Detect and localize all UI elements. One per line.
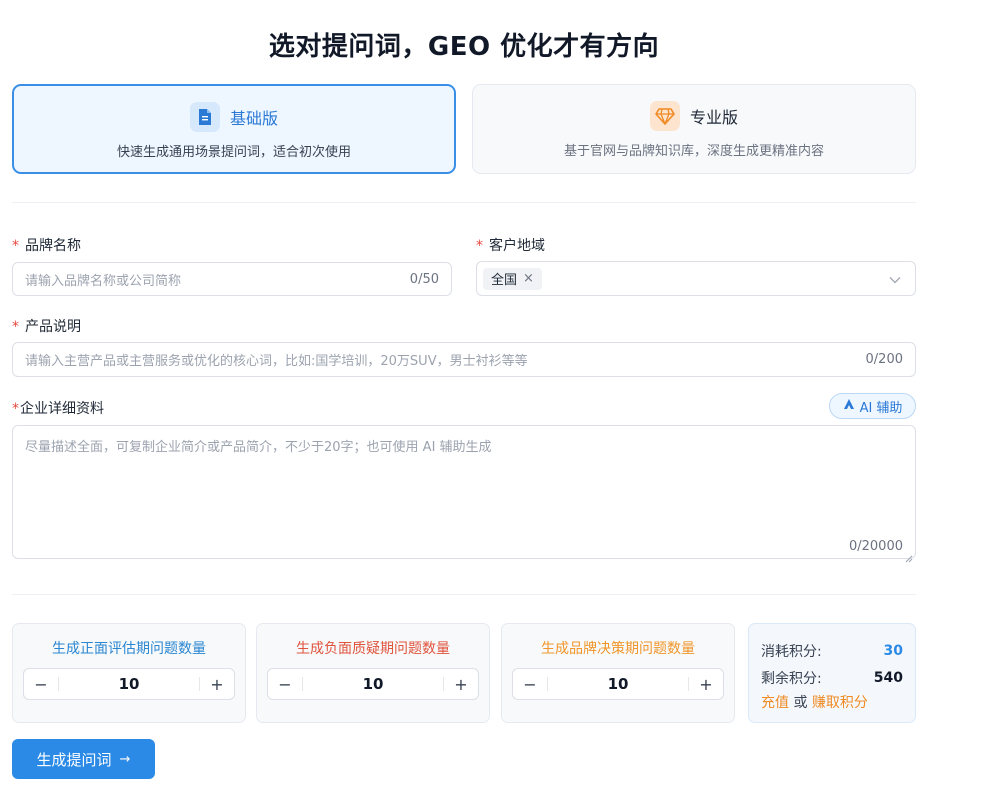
diamond-icon <box>649 101 680 131</box>
stepper-value[interactable]: 10 <box>548 675 688 693</box>
remain-value: 540 <box>873 669 903 686</box>
brand-name-placeholder: 请输入品牌名称或公司简称 <box>25 273 182 289</box>
company-label: *企业详细资料 <box>12 398 104 418</box>
version-card-basic[interactable]: 基础版 快速生成通用场景提问词，适合初次使用 <box>12 84 456 174</box>
brand-label-text: 品牌名称 <box>25 238 81 254</box>
generate-button-label: 生成提问词 <box>36 750 112 769</box>
version-card-pro[interactable]: 专业版 基于官网与品牌知识库，深度生成更精准内容 <box>472 84 916 174</box>
region-tag-label: 全国 <box>491 273 518 288</box>
remain-label: 剩余积分: <box>761 670 822 687</box>
cost-row: 消耗积分: 30 <box>761 637 903 664</box>
negative-question-title: 生成负面质疑期问题数量 <box>296 641 450 657</box>
product-label-text: 产品说明 <box>25 319 81 335</box>
ai-icon <box>843 398 855 414</box>
stepper-value[interactable]: 10 <box>303 675 443 693</box>
required-mark: * <box>12 238 19 254</box>
ai-assist-button[interactable]: AI 辅助 <box>829 393 916 419</box>
required-mark: * <box>12 319 19 335</box>
ai-assist-label: AI 辅助 <box>859 400 903 416</box>
points-card: 消耗积分: 30 剩余积分: 540 充值 或 赚取积分 <box>748 623 916 723</box>
region-select[interactable]: 全国 × <box>476 261 916 296</box>
points-links: 充值 或 赚取积分 <box>761 692 903 712</box>
negative-question-stepper: − 10 + <box>267 668 479 700</box>
decrement-button[interactable]: − <box>268 669 302 699</box>
earn-points-link[interactable]: 赚取积分 <box>812 695 868 711</box>
version-desc: 快速生成通用场景提问词，适合初次使用 <box>116 145 351 160</box>
product-description-input[interactable]: 请输入主营产品或主营服务或优化的核心词，比如:国学培训，20万SUV，男士衬衫等… <box>12 342 916 377</box>
version-name: 基础版 <box>229 109 278 128</box>
decision-question-title: 生成品牌决策期问题数量 <box>541 641 695 657</box>
increment-button[interactable]: + <box>689 669 723 699</box>
divider <box>12 202 916 203</box>
or-text: 或 <box>793 695 808 711</box>
arrow-right-icon: → <box>119 751 131 767</box>
stepper-value[interactable]: 10 <box>59 675 199 693</box>
remain-row: 剩余积分: 540 <box>761 664 903 691</box>
generate-button[interactable]: 生成提问词 → <box>12 739 155 779</box>
positive-question-stepper: − 10 + <box>23 668 235 700</box>
version-desc: 基于官网与品牌知识库，深度生成更精准内容 <box>563 144 824 159</box>
decrement-button[interactable]: − <box>513 669 547 699</box>
product-label: * 产品说明 <box>12 316 81 336</box>
company-counter: 0/20000 <box>848 539 903 554</box>
company-details-textarea[interactable]: 尽量描述全面，可复制企业简介或产品简介，不少于20字；也可使用 AI 辅助生成 … <box>12 425 916 563</box>
increment-button[interactable]: + <box>444 669 478 699</box>
recharge-link[interactable]: 充值 <box>761 695 789 711</box>
product-counter: 0/200 <box>865 352 903 367</box>
resize-handle-icon[interactable] <box>905 548 913 563</box>
close-icon[interactable]: × <box>523 271 534 286</box>
cost-label: 消耗积分: <box>761 643 822 660</box>
decision-question-stepper: − 10 + <box>512 668 724 700</box>
increment-button[interactable]: + <box>200 669 234 699</box>
brand-name-counter: 0/50 <box>409 271 439 287</box>
decrement-button[interactable]: − <box>24 669 58 699</box>
positive-question-title: 生成正面评估期问题数量 <box>52 641 206 657</box>
version-name: 专业版 <box>689 108 738 127</box>
company-label-text: 企业详细资料 <box>20 401 104 417</box>
brand-label: * 品牌名称 <box>12 235 81 255</box>
region-label-text: 客户地域 <box>489 238 545 254</box>
required-mark: * <box>476 238 483 254</box>
cost-value: 30 <box>883 642 903 659</box>
chevron-down-icon <box>889 269 901 288</box>
negative-question-card: 生成负面质疑期问题数量 − 10 + <box>256 623 490 723</box>
page-title: 选对提问词，GEO 优化才有方向 <box>268 32 660 62</box>
divider <box>12 594 916 595</box>
company-placeholder: 尽量描述全面，可复制企业简介或产品简介，不少于20字；也可使用 AI 辅助生成 <box>25 440 492 455</box>
decision-question-card: 生成品牌决策期问题数量 − 10 + <box>501 623 735 723</box>
document-icon <box>189 102 220 132</box>
brand-name-input[interactable]: 请输入品牌名称或公司简称 0/50 <box>12 262 452 296</box>
region-tag: 全国 × <box>483 267 542 290</box>
product-placeholder: 请输入主营产品或主营服务或优化的核心词，比如:国学培训，20万SUV，男士衬衫等… <box>25 354 528 369</box>
region-label: * 客户地域 <box>476 235 545 255</box>
positive-question-card: 生成正面评估期问题数量 − 10 + <box>12 623 246 723</box>
required-mark: * <box>12 401 19 417</box>
